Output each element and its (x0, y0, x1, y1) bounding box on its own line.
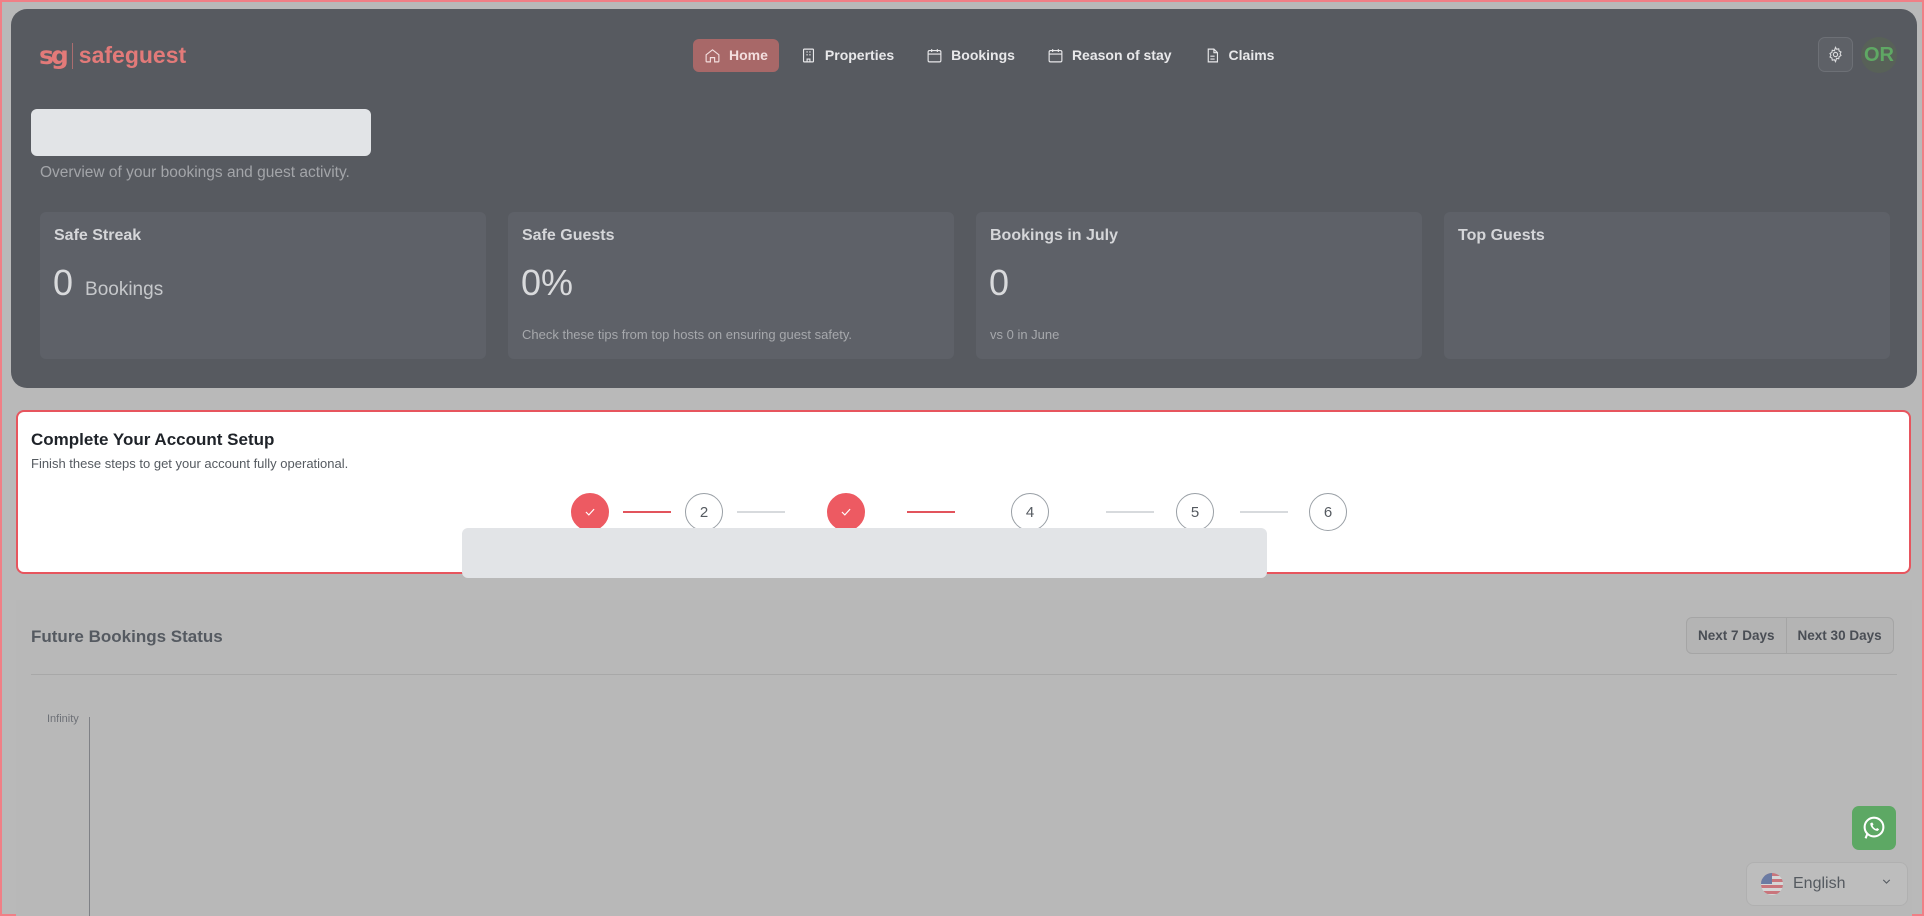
setup-step-3[interactable] (827, 493, 865, 531)
nav-item-reason-of-stay[interactable]: Reason of stay (1036, 39, 1183, 72)
brand-name: safeguest (78, 42, 187, 68)
step-label-placeholder (462, 528, 1267, 578)
whatsapp-icon (1863, 816, 1885, 839)
page-title-placeholder (31, 109, 371, 156)
logo-divider (71, 42, 73, 69)
stat-card-bookings-month: Bookings in July 0 vs 0 in June (976, 212, 1422, 359)
check-icon (841, 508, 851, 516)
setup-step-1[interactable] (571, 493, 609, 531)
setup-title: Complete Your Account Setup (31, 430, 275, 449)
stat-title: Top Guests (1458, 227, 1545, 244)
stat-value-row: 0 Bookings (53, 262, 163, 304)
future-bookings-section: Future Bookings Status Next 7 Days Next … (16, 600, 1912, 916)
stat-value: 0% (521, 262, 574, 303)
step-connector (623, 511, 671, 513)
setup-step-4[interactable]: 4 (1011, 493, 1049, 531)
stat-note-link[interactable]: Check these tips from top hosts on ensur… (522, 327, 852, 342)
stat-note: vs 0 in June (990, 327, 1060, 342)
document-icon (1207, 48, 1218, 62)
stat-title: Bookings in July (990, 227, 1119, 244)
nav-item-label: Bookings (951, 47, 1015, 63)
step-connector (737, 511, 785, 513)
stat-value: 0 (53, 262, 74, 303)
building-icon (802, 48, 814, 62)
range-next-30-days-button[interactable]: Next 30 Days (1785, 618, 1893, 653)
calendar-icon (927, 48, 942, 62)
brand-logo[interactable]: sg safeguest (39, 41, 186, 70)
us-flag-icon (1761, 873, 1783, 895)
stat-card-safe-streak: Safe Streak 0 Bookings (40, 212, 486, 359)
stat-unit: Bookings (85, 279, 164, 300)
dashboard-header-panel: sg safeguest Home Properties Bookings Re… (11, 9, 1917, 388)
y-axis-line (89, 717, 90, 916)
brand-mark: sg (39, 41, 69, 70)
whatsapp-chat-button[interactable] (1852, 806, 1896, 850)
divider (31, 674, 1897, 675)
section-title: Future Bookings Status (31, 627, 223, 646)
nav-item-label: Home (729, 47, 768, 63)
stat-value-row: 0 (989, 262, 1009, 304)
chevron-down-icon (1880, 875, 1893, 893)
stat-title: Safe Streak (54, 227, 142, 244)
gear-icon (1829, 46, 1842, 63)
y-axis-label: Infinity (47, 713, 79, 725)
setup-step-2[interactable]: 2 (685, 493, 723, 531)
step-connector (907, 511, 955, 513)
stat-card-safe-guests: Safe Guests 0% Check these tips from top… (508, 212, 954, 359)
stat-value-row: 0% (521, 262, 573, 304)
nav-item-claims[interactable]: Claims (1193, 39, 1286, 72)
stat-title: Safe Guests (522, 227, 615, 244)
nav-item-label: Claims (1228, 47, 1275, 63)
settings-button[interactable] (1818, 37, 1853, 72)
main-nav: Home Properties Bookings Reason of stay … (693, 38, 1285, 72)
setup-step-6[interactable]: 6 (1309, 493, 1347, 531)
check-icon (585, 508, 595, 516)
calendar-icon (1048, 48, 1063, 62)
stat-value: 0 (989, 262, 1010, 303)
nav-item-label: Properties (824, 47, 895, 63)
home-icon (705, 48, 720, 62)
nav-item-label: Reason of stay (1071, 47, 1172, 63)
user-avatar[interactable]: OR (1861, 37, 1897, 73)
stat-card-top-guests: Top Guests (1444, 212, 1890, 359)
setup-step-5[interactable]: 5 (1176, 493, 1214, 531)
language-label: English (1793, 875, 1846, 892)
step-connector (1240, 511, 1288, 513)
range-toggle: Next 7 Days Next 30 Days (1686, 617, 1894, 654)
language-selector[interactable]: English (1746, 862, 1908, 906)
setup-subtitle: Finish these steps to get your account f… (31, 456, 349, 471)
range-next-7-days-button[interactable]: Next 7 Days (1687, 618, 1786, 653)
nav-item-properties[interactable]: Properties (789, 39, 905, 72)
account-setup-card: Complete Your Account Setup Finish these… (16, 410, 1911, 578)
nav-item-bookings[interactable]: Bookings (915, 39, 1026, 72)
nav-item-home[interactable]: Home (693, 38, 779, 72)
page-subtitle: Overview of your bookings and guest acti… (40, 164, 350, 181)
step-connector (1106, 511, 1154, 513)
